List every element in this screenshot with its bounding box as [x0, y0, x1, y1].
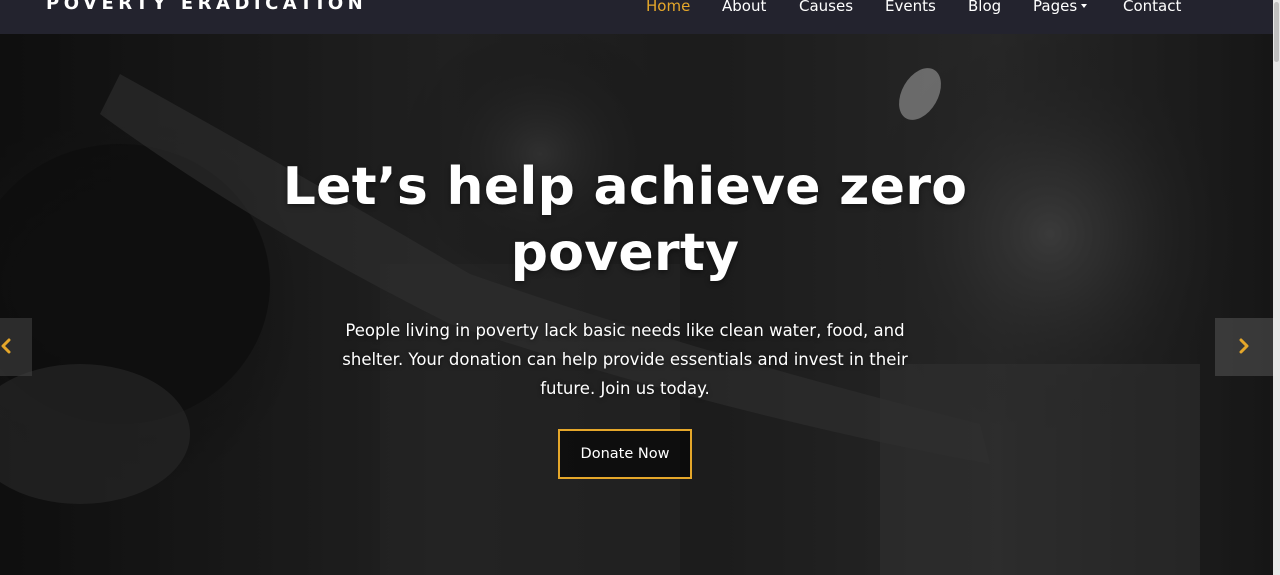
- carousel-prev-button[interactable]: [0, 318, 32, 376]
- hero-description-line: People living in poverty lack basic need…: [345, 321, 905, 340]
- nav-contact-link[interactable]: Contact: [1123, 0, 1181, 17]
- top-navbar: POVERTY ERADICATION Home About Causes Ev…: [0, 0, 1280, 34]
- hero-carousel: Let’s help achieve zero poverty People l…: [0, 34, 1280, 575]
- nav-events-link[interactable]: Events: [885, 0, 936, 17]
- nav-menu: Home About Causes Events Blog Pages Cont…: [0, 0, 1280, 17]
- hero-title-line: poverty: [510, 223, 740, 283]
- hero-description-line: shelter. Your donation can help provide …: [342, 350, 908, 369]
- carousel-next-button[interactable]: [1215, 318, 1273, 376]
- nav-pages-dropdown[interactable]: Pages: [1033, 0, 1088, 17]
- scrollbar-thumb[interactable]: [1274, 2, 1279, 62]
- hero-title: Let’s help achieve zero poverty: [240, 154, 1010, 286]
- page-scrollbar[interactable]: [1273, 0, 1280, 575]
- donate-now-button[interactable]: Donate Now: [558, 429, 692, 479]
- hero-caption: Let’s help achieve zero poverty People l…: [240, 154, 1010, 479]
- hero-description: People living in poverty lack basic need…: [305, 316, 945, 403]
- nav-causes-link[interactable]: Causes: [799, 0, 853, 17]
- nav-about-link[interactable]: About: [722, 0, 766, 17]
- chevron-right-icon: [1239, 338, 1249, 354]
- nav-home-link[interactable]: Home: [646, 0, 690, 17]
- chevron-left-icon: [1, 338, 11, 354]
- caret-down-icon: [1081, 4, 1088, 8]
- hero-description-line: future. Join us today.: [540, 379, 710, 398]
- nav-pages-label: Pages: [1033, 0, 1078, 15]
- hero-title-line: Let’s help achieve zero: [282, 157, 968, 217]
- nav-blog-link[interactable]: Blog: [968, 0, 1001, 17]
- page: POVERTY ERADICATION Home About Causes Ev…: [0, 0, 1280, 575]
